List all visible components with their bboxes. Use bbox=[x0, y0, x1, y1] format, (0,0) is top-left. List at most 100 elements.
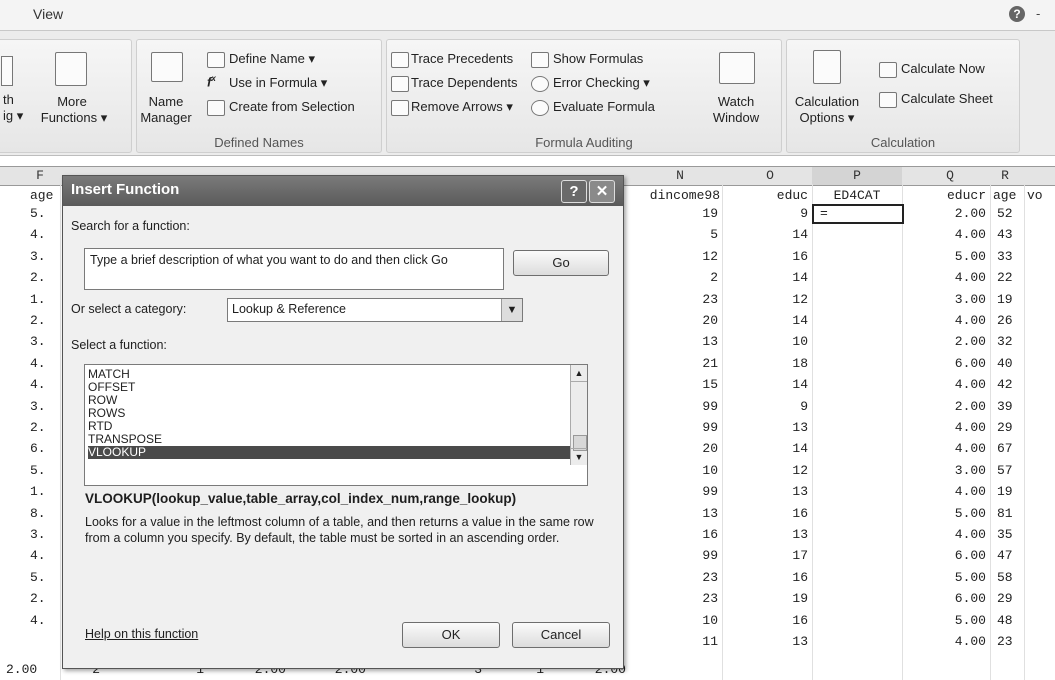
list-item[interactable]: TRANSPOSE bbox=[88, 433, 573, 446]
cell-ed4cat[interactable] bbox=[820, 568, 900, 587]
cell-f[interactable]: 1. bbox=[30, 482, 46, 501]
cell-ed4cat[interactable] bbox=[820, 290, 900, 309]
header-cell-age[interactable]: age bbox=[993, 186, 1016, 205]
cell-age[interactable]: 52 bbox=[997, 204, 1013, 223]
cell-educ[interactable]: 16 bbox=[730, 611, 808, 630]
calculate-sheet-icon[interactable] bbox=[879, 92, 897, 108]
cell-educ[interactable]: 14 bbox=[730, 311, 808, 330]
cell-educr[interactable]: 4.00 bbox=[906, 482, 986, 501]
cell-ed4cat[interactable] bbox=[820, 375, 900, 394]
cell-ed4cat[interactable] bbox=[820, 332, 900, 351]
header-cell-educ[interactable]: educ bbox=[730, 186, 808, 205]
cell-income98[interactable]: 23 bbox=[640, 290, 718, 309]
cell-f[interactable]: 3. bbox=[30, 247, 46, 266]
cell-income98[interactable]: 5 bbox=[640, 225, 718, 244]
cell-income98[interactable]: 13 bbox=[640, 504, 718, 523]
cell-f[interactable]: 2. bbox=[30, 311, 46, 330]
cell-ed4cat[interactable] bbox=[820, 247, 900, 266]
cell-educr[interactable]: 6.00 bbox=[906, 589, 986, 608]
cell-ed4cat[interactable] bbox=[820, 439, 900, 458]
math-trig-button[interactable]: th ig ▾ bbox=[3, 92, 23, 124]
list-item-selected[interactable]: VLOOKUP bbox=[88, 446, 573, 459]
cell-age[interactable]: 35 bbox=[997, 525, 1013, 544]
cell-age[interactable]: 39 bbox=[997, 397, 1013, 416]
cell-age[interactable]: 67 bbox=[997, 439, 1013, 458]
help-icon[interactable]: ? bbox=[561, 180, 587, 203]
header-cell-vo[interactable]: vo bbox=[1027, 186, 1043, 205]
cell-income98[interactable]: 20 bbox=[640, 311, 718, 330]
cell-ed4cat[interactable]: = bbox=[820, 204, 900, 223]
cell-educ[interactable]: 16 bbox=[730, 247, 808, 266]
cell-age[interactable]: 58 bbox=[997, 568, 1013, 587]
cell-educ[interactable]: 13 bbox=[730, 418, 808, 437]
cell-income98[interactable]: 11 bbox=[640, 632, 718, 651]
cell-age[interactable]: 43 bbox=[997, 225, 1013, 244]
cell-ed4cat[interactable] bbox=[820, 418, 900, 437]
scroll-up-icon[interactable]: ▲ bbox=[571, 365, 587, 382]
column-header-n[interactable]: N bbox=[640, 168, 720, 183]
cell-educ[interactable]: 13 bbox=[730, 482, 808, 501]
cell-educr[interactable]: 2.00 bbox=[906, 397, 986, 416]
cell-educr[interactable]: 4.00 bbox=[906, 225, 986, 244]
cell-educr[interactable]: 6.00 bbox=[906, 546, 986, 565]
cell-income98[interactable]: 99 bbox=[640, 418, 718, 437]
cell-f[interactable]: 8. bbox=[30, 504, 46, 523]
remove-arrows-button[interactable]: Remove Arrows ▾ bbox=[411, 99, 513, 115]
cell-educr[interactable]: 4.00 bbox=[906, 268, 986, 287]
cell-f[interactable]: 5. bbox=[30, 204, 46, 223]
cell-educr[interactable]: 4.00 bbox=[906, 632, 986, 651]
list-item[interactable]: ROW bbox=[88, 394, 573, 407]
cell-educ[interactable]: 13 bbox=[730, 525, 808, 544]
function-listbox[interactable]: MATCH OFFSET ROW ROWS RTD TRANSPOSE VLOO… bbox=[84, 364, 588, 486]
cell-income98[interactable]: 10 bbox=[640, 611, 718, 630]
cell-f[interactable]: 4. bbox=[30, 225, 46, 244]
chevron-down-icon[interactable]: ▼ bbox=[501, 299, 522, 321]
calculate-now-button[interactable]: Calculate Now bbox=[901, 61, 985, 76]
cell-educr[interactable]: 2.00 bbox=[906, 204, 986, 223]
cancel-button[interactable]: Cancel bbox=[512, 622, 610, 648]
cell-income98[interactable]: 99 bbox=[640, 546, 718, 565]
cell-educr[interactable]: 4.00 bbox=[906, 375, 986, 394]
column-header-p[interactable]: P bbox=[812, 167, 902, 185]
cell-educ[interactable]: 17 bbox=[730, 546, 808, 565]
cell-age[interactable]: 57 bbox=[997, 461, 1013, 480]
header-cell-educr[interactable]: educr bbox=[906, 186, 986, 205]
name-manager-button[interactable]: Name bbox=[137, 94, 195, 109]
cell-educ[interactable]: 14 bbox=[730, 375, 808, 394]
cell-ed4cat[interactable] bbox=[820, 525, 900, 544]
bottom-cell[interactable]: 2.00 bbox=[6, 660, 37, 679]
evaluate-formula-button[interactable]: Evaluate Formula bbox=[553, 99, 655, 114]
cell-f[interactable]: 2. bbox=[30, 418, 46, 437]
name-manager-button-label[interactable]: Manager bbox=[137, 110, 195, 125]
cell-f[interactable]: 2. bbox=[30, 589, 46, 608]
go-button[interactable]: Go bbox=[513, 250, 609, 276]
more-functions-icon[interactable] bbox=[55, 52, 87, 86]
ok-button[interactable]: OK bbox=[402, 622, 500, 648]
cell-income98[interactable]: 12 bbox=[640, 247, 718, 266]
cell-f[interactable]: 4. bbox=[30, 611, 46, 630]
cell-educr[interactable]: 5.00 bbox=[906, 504, 986, 523]
cell-f[interactable]: 2. bbox=[30, 268, 46, 287]
cell-ed4cat[interactable] bbox=[820, 354, 900, 373]
column-header-r[interactable]: R bbox=[990, 168, 1020, 183]
trace-dependents-button[interactable]: Trace Dependents bbox=[411, 75, 517, 90]
cell-f[interactable]: 3. bbox=[30, 332, 46, 351]
calculation-options-button[interactable]: Calculation bbox=[787, 94, 867, 109]
header-cell-age[interactable]: age bbox=[30, 186, 53, 205]
category-select[interactable]: Lookup & Reference ▼ bbox=[227, 298, 523, 322]
trace-precedents-icon[interactable] bbox=[391, 52, 409, 68]
use-in-formula-icon[interactable]: fx bbox=[207, 74, 216, 89]
cell-age[interactable]: 81 bbox=[997, 504, 1013, 523]
cell-educ[interactable]: 12 bbox=[730, 461, 808, 480]
show-formulas-button[interactable]: Show Formulas bbox=[553, 51, 643, 66]
error-checking-button[interactable]: Error Checking ▾ bbox=[553, 75, 650, 91]
more-functions-button-label[interactable]: Functions ▾ bbox=[29, 110, 119, 126]
cell-income98[interactable]: 10 bbox=[640, 461, 718, 480]
cell-educr[interactable]: 3.00 bbox=[906, 290, 986, 309]
cell-age[interactable]: 47 bbox=[997, 546, 1013, 565]
column-header-f[interactable]: F bbox=[30, 168, 50, 183]
cell-educ[interactable]: 14 bbox=[730, 225, 808, 244]
cell-ed4cat[interactable] bbox=[820, 546, 900, 565]
cell-educ[interactable]: 13 bbox=[730, 632, 808, 651]
header-cell-income98[interactable]: dincome98 bbox=[620, 186, 720, 205]
